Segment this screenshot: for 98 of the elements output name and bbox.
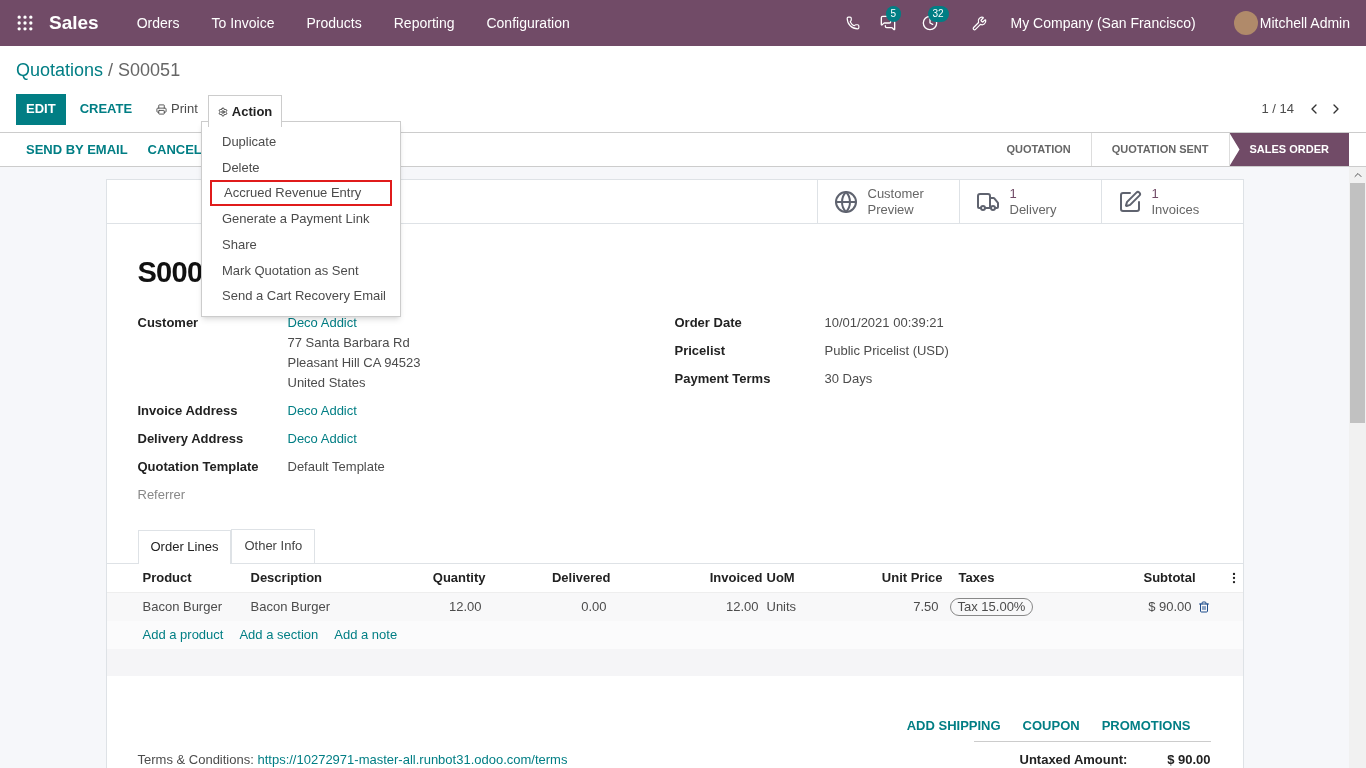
tab[interactable]: Order Lines	[137, 529, 232, 564]
order-title: S000	[137, 255, 203, 290]
field-value: Public Pricelist (USD)	[824, 342, 949, 360]
field-value: 10/01/2021 00:39:21	[824, 314, 944, 332]
add-line-link[interactable]: Add a product	[142, 624, 224, 645]
field-label: Customer	[137, 314, 200, 332]
column-header[interactable]: Delivered	[485, 563, 611, 592]
footer-button[interactable]: PROMOTIONS	[1091, 715, 1201, 735]
field-label: Referrer	[137, 486, 187, 504]
column-header[interactable]: Unit Price	[840, 563, 943, 592]
menu-item[interactable]: Send a Cart Recovery Email	[210, 283, 392, 309]
field-link[interactable]: Deco Addict	[287, 429, 357, 449]
field-value: 30 Days	[824, 370, 873, 388]
table-cell: 7.50	[840, 591, 943, 621]
apps-menu-icon[interactable]	[15, 13, 35, 33]
table-cell: Units	[762, 591, 841, 621]
field-link[interactable]: Deco Addict	[287, 401, 357, 421]
field-label: Delivery Address	[137, 430, 245, 448]
tab[interactable]: Other Info	[231, 528, 316, 563]
field-label: Pricelist	[674, 342, 727, 360]
column-header[interactable]: Invoiced	[610, 563, 763, 592]
menu-item[interactable]: Configuration	[470, 12, 586, 34]
smart-button[interactable]: 1 Delivery	[958, 180, 1101, 223]
column-header[interactable]: Product	[106, 563, 251, 592]
total-value: $ 90.00	[1167, 751, 1211, 768]
action-button[interactable]: Action	[207, 95, 283, 127]
company-switcher[interactable]: My Company (San Francisco)	[1010, 12, 1196, 34]
add-line-link[interactable]: Add a section	[239, 624, 319, 645]
table-cell: 0.00	[485, 591, 611, 621]
menu-item[interactable]: Duplicate	[210, 129, 392, 155]
total-label: Untaxed Amount:	[1019, 751, 1128, 768]
status-button[interactable]: CANCEL	[137, 139, 212, 160]
table-cell: 12.00	[365, 591, 486, 621]
table-cell: 12.00	[610, 591, 763, 621]
menu-item[interactable]: Accrued Revenue Entry	[210, 180, 392, 207]
field-value: United States	[287, 374, 367, 392]
stage-button[interactable]: QUOTATION	[986, 133, 1092, 166]
column-header[interactable]: UoM	[762, 563, 841, 592]
menu-item[interactable]: To Invoice	[195, 12, 291, 34]
edit-icon	[1117, 189, 1142, 214]
smart-button-text: Delivery	[1009, 201, 1057, 218]
breadcrumb-current: S00051	[118, 59, 181, 82]
column-header[interactable]: Subtotal	[1070, 563, 1196, 592]
smart-button-text: Customer	[867, 185, 924, 202]
field-link[interactable]: Deco Addict	[287, 313, 421, 333]
menu-item[interactable]: Reporting	[377, 12, 471, 34]
field-value: Default Template	[287, 458, 385, 476]
terms-text: Terms & Conditions: https://10272971-master-all.runbot31.odoo.com/terms	[137, 751, 568, 768]
table-cell: Bacon Burger	[106, 591, 251, 621]
column-header[interactable]: Description	[250, 563, 366, 592]
edit-button[interactable]: EDIT	[16, 93, 66, 125]
activity-badge: 32	[927, 6, 949, 22]
footer-button[interactable]: COUPON	[1012, 715, 1090, 735]
chat-badge: 5	[885, 6, 902, 22]
user-menu[interactable]: Mitchell Admin	[1259, 12, 1350, 34]
clock-icon[interactable]	[921, 15, 938, 31]
menu-item[interactable]: Share	[210, 231, 392, 258]
stage-button[interactable]: QUOTATION SENT	[1091, 133, 1230, 166]
field-label: Payment Terms	[674, 370, 772, 388]
breadcrumb-separator: /	[108, 59, 114, 82]
smart-button[interactable]: Customer Preview	[816, 180, 959, 223]
create-button[interactable]: CREATE	[65, 93, 147, 125]
add-line-link[interactable]: Add a note	[334, 624, 398, 645]
app-name[interactable]: Sales	[49, 8, 99, 38]
menu-item[interactable]: Products	[290, 12, 378, 34]
field-label: Quotation Template	[137, 458, 260, 476]
field-value: 77 Santa Barbara Rd	[287, 334, 411, 352]
menu-item[interactable]: Generate a Payment Link	[210, 206, 392, 232]
table-cell: $ 90.00	[1070, 591, 1196, 621]
gear-icon	[217, 106, 228, 117]
scrollbar[interactable]	[1349, 167, 1366, 768]
pager: 1 / 14	[1261, 100, 1294, 119]
breadcrumb-link[interactable]: Quotations	[16, 57, 104, 84]
print-button[interactable]: Print	[146, 93, 208, 125]
footer-button[interactable]: ADD SHIPPING	[896, 715, 1011, 735]
smart-button[interactable]: 1 Invoices	[1100, 180, 1243, 223]
smart-button-text: Invoices	[1151, 201, 1200, 218]
menu-item[interactable]: Delete	[210, 154, 392, 181]
field-label: Order Date	[674, 314, 743, 332]
smart-button-text: 1	[1151, 185, 1160, 202]
column-header[interactable]: Taxes	[942, 563, 1071, 592]
phone-icon[interactable]	[845, 16, 860, 30]
table-cell: Bacon Burger	[250, 591, 366, 621]
stage-button[interactable]: SALES ORDER	[1229, 133, 1349, 166]
smart-button-text: Preview	[867, 201, 915, 218]
globe-icon	[833, 189, 858, 214]
terms-link[interactable]: https://10272971-master-all.runbot31.odoo.com/terms	[257, 752, 568, 767]
tools-icon[interactable]	[971, 15, 987, 31]
menu-item[interactable]: Mark Quotation as Sent	[210, 257, 392, 284]
smart-button-text: 1	[1009, 185, 1018, 202]
status-button[interactable]: SEND BY EMAIL	[16, 139, 138, 160]
printer-icon	[156, 103, 168, 115]
field-label: Invoice Address	[137, 402, 239, 420]
delete-icon[interactable]	[1197, 600, 1210, 613]
column-header[interactable]: Quantity	[365, 563, 486, 592]
field-value: Pleasant Hill CA 94523	[287, 354, 421, 372]
menu-item[interactable]: Orders	[120, 12, 196, 34]
chat-icon[interactable]	[879, 15, 896, 31]
